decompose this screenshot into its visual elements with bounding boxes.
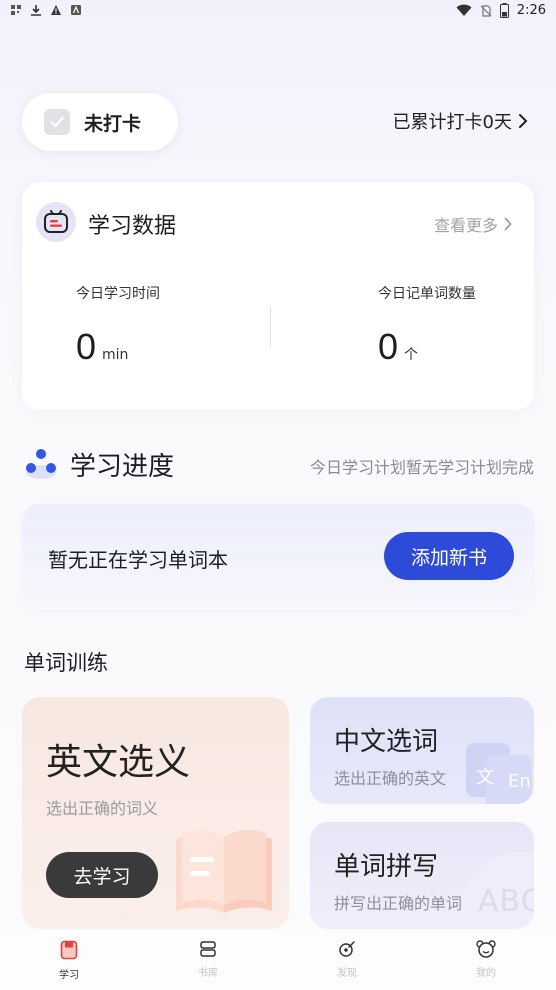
progress-title: 学习进度 [70, 452, 175, 482]
spelling-tile[interactable]: ABC 单词拼写 拼写出正确的单词 [310, 822, 534, 929]
stat-divider [270, 306, 271, 348]
chevron-right-icon [504, 217, 512, 231]
see-more-link[interactable]: 查看更多 [434, 212, 512, 236]
training-title: 单词训练 [24, 651, 108, 675]
study-time-unit: min [102, 347, 129, 363]
spelling-subtitle: 拼写出正确的单词 [334, 894, 463, 913]
nav-tab-library[interactable]: 书库 [168, 940, 248, 979]
deco-cn-char: 文 [476, 767, 494, 788]
total-checkin-link[interactable]: 已累计打卡0天 [393, 108, 528, 134]
study-data-icon [36, 202, 76, 242]
see-more-text: 查看更多 [433, 216, 498, 235]
chinese-choice-tile[interactable]: 文 En 中文选词 选出正确的英文 [310, 697, 534, 804]
words-count-value: 0 [378, 326, 399, 367]
nav-tab-study[interactable]: 学习 [29, 940, 109, 981]
words-count-stat: 0 个 [378, 326, 418, 368]
words-count-unit: 个 [404, 347, 419, 363]
chinese-choice-title: 中文选词 [334, 727, 439, 757]
wifi-icon [456, 4, 472, 16]
status-left [10, 4, 82, 16]
status-time: 2:26 [516, 3, 546, 18]
warning-icon [51, 5, 61, 15]
study-data-title: 学习数据 [88, 214, 177, 239]
battery-icon [499, 3, 509, 18]
bottom-nav: 学习 书库 发现 我的 [0, 930, 556, 990]
nav-tab-discover[interactable]: 发现 [307, 940, 387, 979]
checkbox-icon [44, 109, 70, 135]
status-right: 2:26 [456, 3, 546, 18]
chevron-right-icon [519, 114, 528, 128]
app-notification-icon [71, 5, 81, 15]
progress-icon [26, 449, 56, 479]
download-icon [31, 5, 41, 16]
profile-icon [476, 940, 496, 958]
add-book-button[interactable]: 添加新书 [384, 532, 514, 580]
nav-label-profile: 我的 [476, 968, 496, 979]
english-choice-title: 英文选义 [46, 742, 191, 783]
book-icon [60, 940, 78, 960]
go-study-button[interactable]: 去学习 [46, 852, 158, 898]
english-choice-subtitle: 选出正确的词义 [46, 799, 159, 818]
nav-label-study: 学习 [59, 970, 79, 981]
status-bar: 2:26 [0, 0, 556, 24]
study-time-label: 今日学习时间 [76, 286, 160, 302]
spelling-deco-text: ABC [478, 884, 534, 919]
sim-icon [11, 5, 21, 15]
no-book-text: 暂无正在学习单词本 [48, 548, 228, 572]
checkin-button[interactable]: 未打卡 [22, 93, 178, 151]
nav-label-library: 书库 [198, 968, 218, 979]
words-count-label: 今日记单词数量 [378, 286, 476, 302]
open-book-icon [176, 829, 272, 913]
library-icon [200, 941, 216, 957]
progress-hint: 今日学习计划暂无学习计划完成 [309, 458, 534, 477]
study-time-value: 0 [76, 326, 97, 367]
spelling-title: 单词拼写 [334, 852, 439, 882]
nav-label-discover: 发现 [337, 968, 357, 979]
english-choice-tile[interactable]: 英文选义 选出正确的词义 去学习 [22, 697, 289, 929]
deco-en-text: En [508, 771, 531, 792]
nav-tab-profile[interactable]: 我的 [446, 940, 526, 979]
study-data-card: 学习数据 查看更多 今日学习时间 0 min 今日记单词数量 0 个 [22, 182, 534, 410]
total-checkin-text: 已累计打卡0天 [392, 112, 512, 133]
discover-icon [339, 941, 355, 957]
chinese-choice-subtitle: 选出正确的英文 [334, 769, 447, 788]
study-time-stat: 0 min [76, 326, 128, 368]
no-sim-icon [480, 4, 492, 17]
checkin-status: 未打卡 [84, 112, 142, 135]
current-book-card: 暂无正在学习单词本 添加新书 [22, 504, 534, 610]
